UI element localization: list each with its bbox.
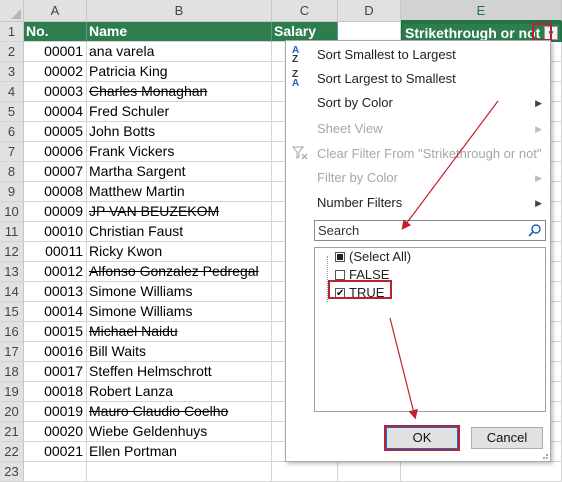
arrow-to-search [401, 100, 499, 230]
annotation-arrows [389, 100, 499, 420]
arrow-to-ok [389, 317, 418, 420]
